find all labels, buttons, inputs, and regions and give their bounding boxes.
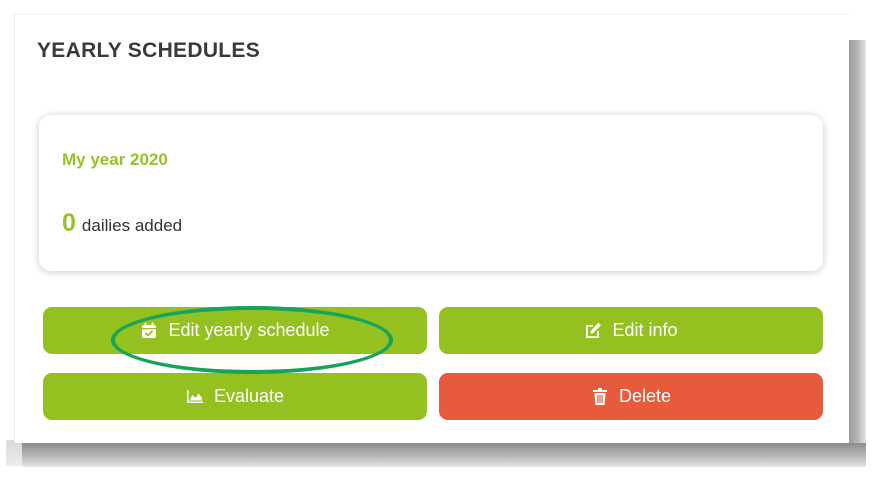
edit-yearly-schedule-button[interactable]: Edit yearly schedule — [43, 307, 427, 354]
calendar-check-icon — [140, 322, 158, 340]
yearly-schedules-panel: YEARLY SCHEDULES My year 2020 0 dailies … — [14, 14, 849, 443]
area-chart-icon — [186, 388, 204, 406]
edit-info-label: Edit info — [612, 320, 678, 340]
edit-info-button[interactable]: Edit info — [439, 307, 823, 354]
dailies-count: 0 — [62, 209, 76, 237]
dailies-summary: 0 dailies added — [62, 209, 182, 238]
edit-yearly-schedule-label: Edit yearly schedule — [168, 320, 330, 340]
trash-icon — [591, 388, 609, 406]
panel-shadow-bottom — [22, 443, 866, 467]
schedule-name: My year 2020 — [62, 150, 168, 169]
panel-title: YEARLY SCHEDULES — [37, 39, 261, 62]
delete-button[interactable]: Delete — [439, 373, 823, 420]
evaluate-button[interactable]: Evaluate — [43, 373, 427, 420]
dailies-label: dailies added — [81, 216, 183, 235]
schedule-card[interactable]: My year 2020 0 dailies added — [39, 115, 823, 271]
screenshot-stage: YEARLY SCHEDULES My year 2020 0 dailies … — [0, 0, 882, 496]
evaluate-label: Evaluate — [213, 386, 285, 406]
edit-pencil-icon — [584, 322, 602, 340]
panel-shadow-left — [6, 440, 22, 466]
panel-shadow-right — [846, 40, 866, 445]
delete-label: Delete — [618, 386, 672, 406]
